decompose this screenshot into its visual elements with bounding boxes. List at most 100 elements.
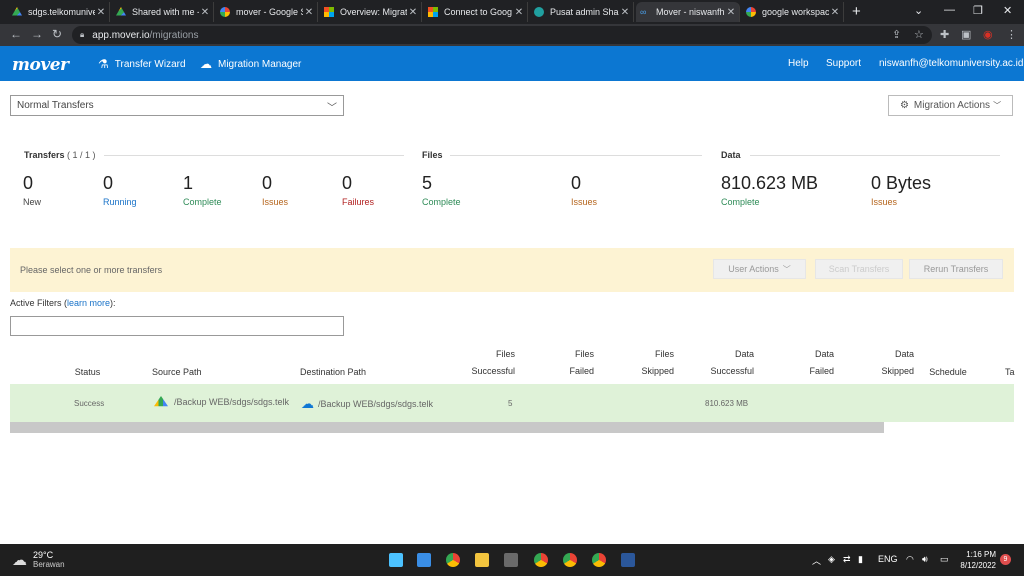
chrome-profile-icon[interactable] bbox=[534, 553, 548, 567]
files-complete-label[interactable]: Complete bbox=[422, 197, 461, 207]
chrome-profile-icon[interactable] bbox=[563, 553, 577, 567]
column-header-files-failed[interactable]: Files Failed bbox=[556, 346, 594, 380]
table-row[interactable]: Success /Backup WEB/sdgs/sdgs.telk ☁ /Ba… bbox=[10, 384, 1014, 422]
close-icon[interactable]: ✕ bbox=[95, 7, 107, 18]
window-close-icon[interactable]: ✕ bbox=[1003, 4, 1012, 17]
microsoft-store-icon[interactable] bbox=[504, 553, 518, 567]
battery-icon[interactable]: ▭ bbox=[940, 554, 949, 565]
weather-widget[interactable]: ☁ 29°C Berawan bbox=[12, 550, 65, 569]
column-header-data-successful[interactable]: Data Successful bbox=[704, 346, 754, 380]
browser-menu-icon[interactable]: ⋮ bbox=[1006, 28, 1017, 41]
close-icon[interactable]: ✕ bbox=[407, 7, 419, 18]
close-icon[interactable]: ✕ bbox=[619, 7, 631, 18]
filter-input[interactable] bbox=[10, 316, 344, 336]
stat-running-value: 0 bbox=[103, 173, 114, 193]
transfer-wizard-link[interactable]: ⚗ Transfer Wizard bbox=[98, 57, 186, 71]
user-actions-button[interactable]: User Actions ﹀ bbox=[713, 259, 806, 279]
stat-failures-label[interactable]: Failures bbox=[342, 197, 374, 207]
microsoft-icon bbox=[428, 7, 438, 17]
column-header-source-path[interactable]: Source Path bbox=[152, 364, 208, 381]
extensions-puzzle-icon[interactable]: ✚ bbox=[940, 28, 949, 41]
divider bbox=[450, 155, 702, 156]
horizontal-scrollbar[interactable] bbox=[10, 422, 884, 433]
tray-app-icon[interactable]: ⇄ bbox=[843, 554, 851, 565]
wifi-icon[interactable]: ◠ bbox=[906, 554, 914, 565]
column-header-destination-path[interactable]: Destination Path bbox=[300, 364, 380, 381]
file-explorer-icon[interactable] bbox=[475, 553, 489, 567]
browser-tab[interactable]: Overview: Migrat ✕ bbox=[320, 2, 422, 22]
notepad-icon[interactable] bbox=[417, 553, 431, 567]
share-icon[interactable]: ⇪ bbox=[892, 28, 901, 41]
tray-app-icon[interactable]: ▮ bbox=[858, 554, 863, 565]
volume-icon[interactable]: 🔊︎ bbox=[922, 554, 928, 565]
stat-complete-label[interactable]: Complete bbox=[183, 197, 222, 207]
cloud-upload-icon: ☁ bbox=[200, 57, 212, 71]
close-icon[interactable]: ✕ bbox=[303, 7, 315, 18]
mover-icon: ∞ bbox=[640, 7, 647, 17]
back-arrow-icon[interactable]: ← bbox=[10, 27, 22, 41]
column-header-status[interactable]: Status bbox=[60, 364, 115, 381]
learn-more-link[interactable]: learn more bbox=[67, 298, 110, 308]
chrome-active-icon[interactable] bbox=[592, 553, 606, 567]
files-issues-label[interactable]: Issues bbox=[571, 197, 597, 207]
close-icon[interactable]: ✕ bbox=[725, 7, 737, 18]
browser-tab[interactable]: Pusat admin Sha ✕ bbox=[530, 2, 634, 22]
stat-complete-value: 1 bbox=[183, 173, 194, 193]
column-header-data-failed[interactable]: Data Failed bbox=[796, 346, 834, 380]
lock-icon: 🔒︎ bbox=[80, 30, 85, 39]
divider bbox=[750, 155, 1000, 156]
windows-start-icon[interactable] bbox=[389, 553, 403, 567]
migration-manager-link[interactable]: ☁ Migration Manager bbox=[200, 57, 301, 71]
browser-tab[interactable]: mover - Google S ✕ bbox=[216, 2, 318, 22]
stat-new-label[interactable]: New bbox=[23, 197, 41, 207]
browser-tab-active[interactable]: ∞ Mover - niswanfh ✕ bbox=[636, 2, 740, 22]
stat-running-label[interactable]: Running bbox=[103, 197, 137, 207]
forward-arrow-icon[interactable]: → bbox=[31, 27, 43, 41]
column-header-truncated[interactable]: Ta bbox=[1005, 364, 1019, 381]
data-complete-label[interactable]: Complete bbox=[721, 197, 760, 207]
bookmark-star-icon[interactable]: ☆ bbox=[914, 28, 924, 41]
banner-message: Please select one or more transfers bbox=[20, 265, 163, 275]
help-link[interactable]: Help bbox=[788, 58, 809, 69]
column-header-schedule[interactable]: Schedule bbox=[926, 364, 970, 381]
word-icon[interactable] bbox=[621, 553, 635, 567]
column-header-files-skipped[interactable]: Files Skipped bbox=[634, 346, 674, 380]
tray-app-icon[interactable]: ◈ bbox=[828, 554, 835, 565]
transfer-type-select[interactable]: Normal Transfers ﹀ bbox=[10, 95, 344, 116]
data-issues-label[interactable]: Issues bbox=[871, 197, 897, 207]
rerun-transfers-button[interactable]: Rerun Transfers bbox=[909, 259, 1003, 279]
tab-search-chevron-icon[interactable]: ⌄ bbox=[914, 4, 923, 17]
onedrive-cloud-icon: ☁ bbox=[301, 396, 314, 411]
row-status: Success bbox=[74, 399, 105, 408]
scan-transfers-button[interactable]: Scan Transfers bbox=[815, 259, 903, 279]
tray-chevron-up-icon[interactable]: ︿ bbox=[812, 554, 821, 567]
files-section-title: Files bbox=[422, 150, 443, 160]
sidebar-icon[interactable]: ▣ bbox=[961, 28, 971, 41]
stat-failures-value: 0 bbox=[342, 173, 353, 193]
notification-badge[interactable]: 9 bbox=[1000, 554, 1011, 565]
column-header-data-skipped[interactable]: Data Skipped bbox=[874, 346, 914, 380]
language-indicator[interactable]: ENG bbox=[878, 554, 898, 564]
browser-tab[interactable]: Connect to Goog ✕ bbox=[424, 2, 528, 22]
mover-logo[interactable]: mover bbox=[12, 55, 69, 75]
reload-icon[interactable]: ↻ bbox=[52, 27, 62, 41]
close-icon[interactable]: ✕ bbox=[199, 7, 211, 18]
new-tab-plus-icon[interactable]: + bbox=[852, 3, 861, 20]
chrome-icon[interactable] bbox=[446, 553, 460, 567]
support-link[interactable]: Support bbox=[826, 58, 861, 69]
browser-tab[interactable]: google workspac ✕ bbox=[742, 2, 844, 22]
restore-icon[interactable]: ❐ bbox=[973, 4, 983, 17]
close-icon[interactable]: ✕ bbox=[513, 7, 525, 18]
profile-icon[interactable]: ◉ bbox=[983, 28, 993, 41]
migration-actions-button[interactable]: ⚙ Migration Actions ﹀ bbox=[888, 95, 1013, 116]
minimize-icon[interactable]: — bbox=[944, 4, 955, 16]
system-clock[interactable]: 1:16 PM 8/12/2022 bbox=[958, 549, 996, 571]
browser-tab[interactable]: sdgs.telkomunive ✕ bbox=[8, 2, 110, 22]
column-header-files-successful[interactable]: Files Successful bbox=[465, 346, 515, 380]
browser-tab[interactable]: Shared with me - ✕ bbox=[112, 2, 214, 22]
flask-icon: ⚗ bbox=[98, 57, 109, 71]
user-account-link[interactable]: niswanfh@telkomuniversity.ac.id bbox=[879, 58, 1023, 69]
address-bar[interactable]: 🔒︎ app.mover.io/migrations bbox=[72, 26, 932, 44]
stat-issues-label[interactable]: Issues bbox=[262, 197, 288, 207]
close-icon[interactable]: ✕ bbox=[829, 7, 841, 18]
